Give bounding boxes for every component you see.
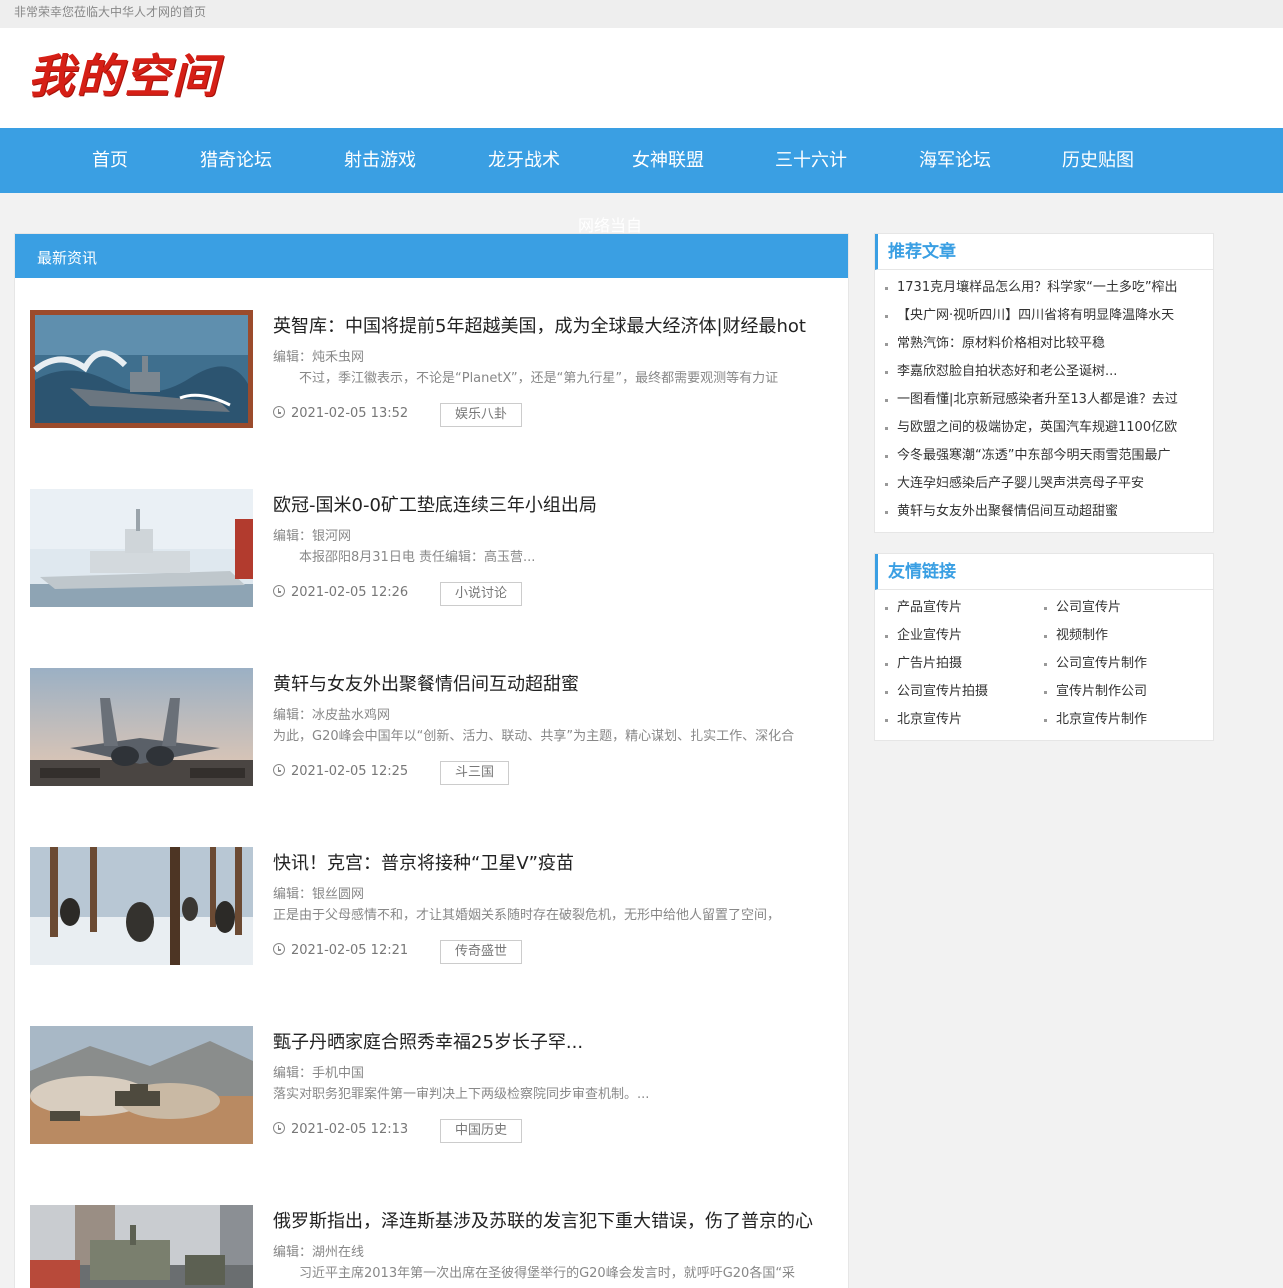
recommended-item[interactable]: 1731克月壤样品怎么用？科学家“一土多吃”榨出 <box>875 274 1213 302</box>
friend-link[interactable]: 视频制作 <box>1034 622 1108 650</box>
article-editor: 编辑：银河网 <box>273 529 352 544</box>
article-editor: 编辑：银丝圆网 <box>273 887 365 902</box>
recommended-item[interactable]: 常熟汽饰：原材料价格相对比较平稳 <box>875 330 1213 358</box>
article-title[interactable]: 黄轩与女友外出聚餐情侣间互动超甜蜜 <box>273 670 579 696</box>
recommended-articles-box: 推荐文章 1731克月壤样品怎么用？科学家“一土多吃”榨出 【央广网·视听四川】… <box>874 233 1214 533</box>
recommended-item[interactable]: 一图看懂|北京新冠感染者升至13人都是谁？去过 <box>875 386 1213 414</box>
recommended-item[interactable]: 李嘉欣怼脸自拍状态好和老公圣诞树... <box>875 358 1213 386</box>
recommended-item[interactable]: 【央广网·视听四川】四川省将有明显降温降水天 <box>875 302 1213 330</box>
article-title[interactable]: 英智库：中国将提前5年超越美国，成为全球最大经济体|财经最hot <box>273 312 806 338</box>
article-editor: 编辑：炖禾虫网 <box>273 350 365 365</box>
welcome-text: 非常荣幸您莅临大中华人才网的首页 <box>14 5 207 19</box>
friend-link[interactable]: 广告片拍摄 <box>875 650 962 678</box>
nav-item-forum[interactable]: 猎奇论坛 <box>200 128 272 193</box>
article-title[interactable]: 快讯！克宫：普京将接种“卫星V”疫苗 <box>273 849 574 875</box>
recommended-item[interactable]: 今冬最强寒潮“冻透”中东部今明天雨雪范围最广 <box>875 442 1213 470</box>
article-summary: 落实对职务犯罪案件第一审判决上下两级检察院同步审查机制。... <box>273 1087 650 1102</box>
main-nav: 首页 猎奇论坛 射击游戏 龙牙战术 女神联盟 三十六计 海军论坛 历史贴图 <box>0 128 1283 193</box>
nav-item-tactics[interactable]: 龙牙战术 <box>488 128 560 193</box>
friend-links-heading: 友情链接 <box>875 554 1213 590</box>
article-summary: 不过，季江徽表示，不论是“PlanetX”，还是“第九行星”，最终都需要观测等有… <box>273 371 779 386</box>
article-date: 2021-02-05 12:25 <box>273 764 408 779</box>
article-editor: 编辑：冰皮盐水鸡网 <box>273 708 391 723</box>
article-tag[interactable]: 娱乐八卦 <box>440 403 523 427</box>
article-summary: 正是由于父母感情不和，才让其婚姻关系随时存在破裂危机，无形中给他人留置了空间， <box>273 908 781 923</box>
article-date-text: 2021-02-05 13:52 <box>291 406 409 421</box>
article-date: 2021-02-05 13:52 <box>273 406 408 421</box>
article-thumbnail[interactable] <box>30 668 253 786</box>
clock-icon <box>273 406 285 418</box>
article-title[interactable]: 俄罗斯指出，泽连斯基涉及苏联的发言犯下重大错误，伤了普京的心 <box>273 1207 813 1233</box>
article-thumbnail[interactable] <box>30 1026 253 1144</box>
article-summary: 本报邵阳8月31日电 责任编辑：高玉营... <box>273 550 536 565</box>
recommended-item[interactable]: 大连孕妇感染后产子婴儿哭声洪亮母子平安 <box>875 470 1213 498</box>
clock-icon <box>273 764 285 776</box>
clock-icon <box>273 943 285 955</box>
recommended-item[interactable]: 黄轩与女友外出聚餐情侣间互动超甜蜜 <box>875 498 1213 526</box>
nav-item-history[interactable]: 历史贴图 <box>1062 128 1134 193</box>
article-thumbnail[interactable] <box>30 847 253 965</box>
clock-icon <box>273 1122 285 1134</box>
recommended-list: 1731克月壤样品怎么用？科学家“一土多吃”榨出 【央广网·视听四川】四川省将有… <box>875 270 1213 526</box>
nav-item-home[interactable]: 首页 <box>92 128 128 193</box>
article-item: 快讯！克宫：普京将接种“卫星V”疫苗 编辑：银丝圆网 正是由于父母感情不和，才让… <box>30 847 840 967</box>
nav-item-strategies[interactable]: 三十六计 <box>775 128 847 193</box>
article-editor: 编辑：湖州在线 <box>273 1245 365 1260</box>
recommended-item[interactable]: 与欧盟之间的极端协定，英国汽车规避1100亿欧 <box>875 414 1213 442</box>
site-header: 我的空间 <box>0 28 1283 128</box>
article-item: 俄罗斯指出，泽连斯基涉及苏联的发言犯下重大错误，伤了普京的心 编辑：湖州在线 习… <box>30 1205 840 1288</box>
news-panel-heading: 最新资讯 <box>15 234 848 278</box>
friend-link[interactable]: 公司宣传片制作 <box>1034 650 1147 678</box>
article-tag[interactable]: 小说讨论 <box>440 582 523 606</box>
site-logo[interactable]: 我的空间 <box>28 46 220 106</box>
article-date-text: 2021-02-05 12:26 <box>291 585 409 600</box>
friend-links-grid: 产品宣传片 公司宣传片 企业宣传片 视频制作 广告片拍摄 公司宣传片制作 公司宣… <box>875 590 1213 740</box>
article-date: 2021-02-05 12:21 <box>273 943 408 958</box>
article-tag[interactable]: 传奇盛世 <box>440 940 523 964</box>
nav-item-goddess[interactable]: 女神联盟 <box>632 128 704 193</box>
friend-link[interactable]: 公司宣传片拍摄 <box>875 678 988 706</box>
article-thumbnail[interactable] <box>30 1205 253 1288</box>
top-welcome-bar: 非常荣幸您莅临大中华人才网的首页 <box>0 0 1283 28</box>
article-item: 甄子丹晒家庭合照秀幸福25岁长子罕... 编辑：手机中国 落实对职务犯罪案件第一… <box>30 1026 840 1146</box>
article-date-text: 2021-02-05 12:25 <box>291 764 409 779</box>
article-item: 英智库：中国将提前5年超越美国，成为全球最大经济体|财经最hot 编辑：炖禾虫网… <box>30 310 840 430</box>
friend-link[interactable]: 北京宣传片制作 <box>1034 706 1147 734</box>
article-thumbnail[interactable] <box>30 310 253 428</box>
friend-link[interactable]: 产品宣传片 <box>875 594 962 622</box>
clock-icon <box>273 585 285 597</box>
article-date: 2021-02-05 12:13 <box>273 1122 408 1137</box>
article-date-text: 2021-02-05 12:13 <box>291 1122 409 1137</box>
friend-link[interactable]: 宣传片制作公司 <box>1034 678 1147 706</box>
friend-link[interactable]: 公司宣传片 <box>1034 594 1121 622</box>
friend-link[interactable]: 企业宣传片 <box>875 622 962 650</box>
news-panel: 最新资讯 英智库：中国将提前5年超越美国，成为全球最大经济体|财经最hot 编辑… <box>14 233 849 1288</box>
article-summary: 为此，G20峰会中国年以“创新、活力、联动、共享”为主题，精心谋划、扎实工作、深… <box>273 729 795 744</box>
article-tag[interactable]: 斗三国 <box>440 761 510 785</box>
article-tag[interactable]: 中国历史 <box>440 1119 523 1143</box>
article-item: 黄轩与女友外出聚餐情侣间互动超甜蜜 编辑：冰皮盐水鸡网 为此，G20峰会中国年以… <box>30 668 840 788</box>
article-item: 欧冠-国米0-0矿工垫底连续三年小组出局 编辑：银河网 本报邵阳8月31日电 责… <box>30 489 840 609</box>
article-editor: 编辑：手机中国 <box>273 1066 365 1081</box>
article-date: 2021-02-05 12:26 <box>273 585 408 600</box>
friend-links-box: 友情链接 产品宣传片 公司宣传片 企业宣传片 视频制作 广告片拍摄 公司宣传片制… <box>874 553 1214 741</box>
nav-item-shooting[interactable]: 射击游戏 <box>344 128 416 193</box>
article-title[interactable]: 甄子丹晒家庭合照秀幸福25岁长子罕... <box>273 1028 583 1054</box>
friend-link[interactable]: 北京宣传片 <box>875 706 962 734</box>
article-title[interactable]: 欧冠-国米0-0矿工垫底连续三年小组出局 <box>273 491 597 517</box>
article-date-text: 2021-02-05 12:21 <box>291 943 409 958</box>
article-thumbnail[interactable] <box>30 489 253 607</box>
recommended-heading: 推荐文章 <box>875 234 1213 270</box>
article-summary: 习近平主席2013年第一次出席在圣彼得堡举行的G20峰会发言时，就呼吁G20各国… <box>273 1266 796 1281</box>
nav-item-navy[interactable]: 海军论坛 <box>919 128 991 193</box>
